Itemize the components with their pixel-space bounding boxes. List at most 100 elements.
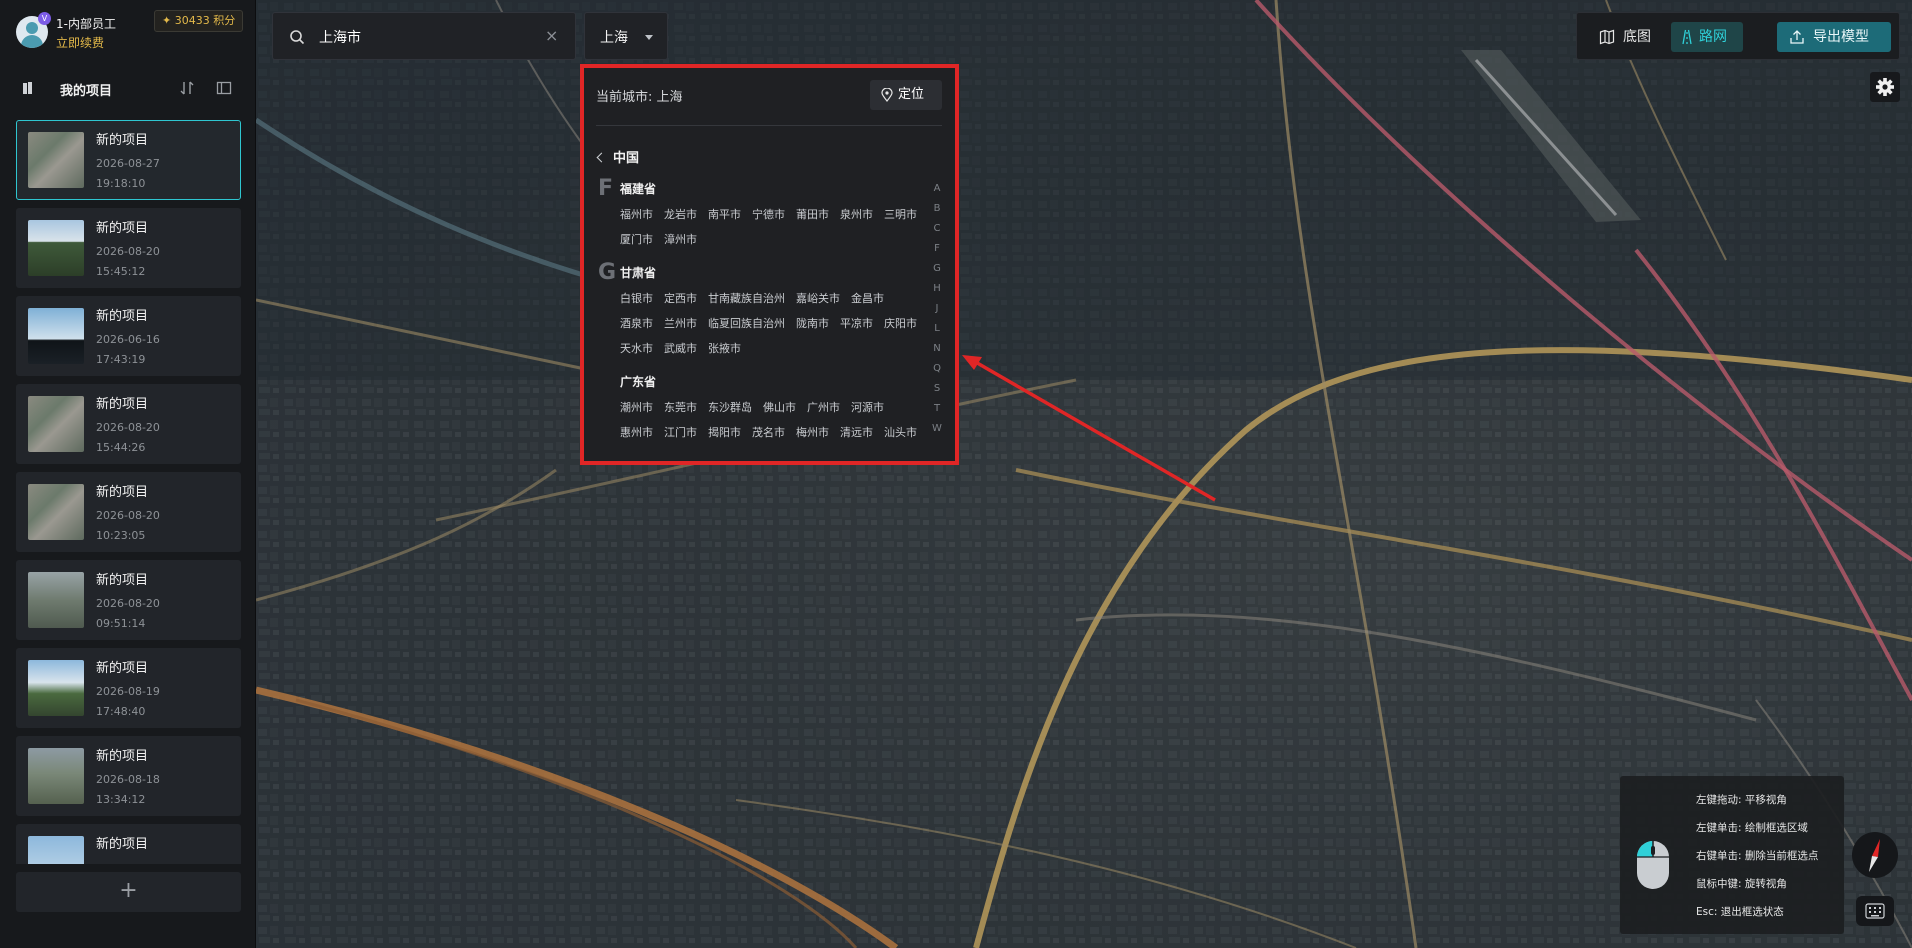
city-option[interactable]: 张掖市 [708, 340, 741, 356]
project-card[interactable]: 新的项目 2026-08-20 15:45:12 [16, 208, 241, 288]
project-time: 15:44:26 [96, 441, 146, 454]
city-option[interactable]: 广州市 [807, 399, 840, 415]
clear-search-button[interactable]: × [545, 26, 558, 45]
project-card[interactable]: 新的项目 [16, 824, 241, 864]
renew-link[interactable]: 立即续费 [56, 34, 104, 51]
city-option[interactable]: 金昌市 [851, 290, 884, 306]
city-option[interactable]: 南平市 [708, 206, 741, 222]
index-letter[interactable]: S [928, 380, 946, 400]
city-option[interactable]: 梅州市 [796, 424, 829, 440]
city-option[interactable]: 佛山市 [763, 399, 796, 415]
mouse-icon [1637, 841, 1669, 889]
index-letter[interactable]: H [928, 280, 946, 300]
search-input[interactable] [317, 25, 537, 49]
city-option[interactable]: 龙岩市 [664, 206, 697, 222]
city-option[interactable]: 酒泉市 [620, 315, 653, 331]
city-option[interactable]: 惠州市 [620, 424, 653, 440]
city-option[interactable]: 茂名市 [752, 424, 785, 440]
project-card[interactable]: 新的项目 2026-08-20 09:51:14 [16, 560, 241, 640]
project-card[interactable]: 新的项目 2026-08-20 15:44:26 [16, 384, 241, 464]
province-name[interactable]: 福建省 [620, 180, 656, 197]
project-card[interactable]: 新的项目 2026-06-16 17:43:19 [16, 296, 241, 376]
city-option[interactable]: 白银市 [620, 290, 653, 306]
city-option[interactable]: 甘南藏族自治州 [708, 290, 785, 306]
city-option[interactable]: 庆阳市 [884, 315, 917, 331]
city-option[interactable]: 武威市 [664, 340, 697, 356]
country-back-button[interactable]: 中国 [596, 147, 640, 166]
project-list: 新的项目 2026-08-27 19:18:10 新的项目 2026-08-20 15:4… [16, 120, 241, 864]
index-letter[interactable]: F [928, 240, 946, 260]
city-option[interactable]: 潮州市 [620, 399, 653, 415]
project-card[interactable]: 新的项目 2026-08-27 19:18:10 [16, 120, 241, 200]
settings-button[interactable] [1870, 72, 1900, 102]
city-option[interactable]: 清远市 [840, 424, 873, 440]
project-card[interactable]: 新的项目 2026-08-20 10:23:05 [16, 472, 241, 552]
basemap-button[interactable]: 底图 [1599, 22, 1651, 52]
export-icon [1790, 30, 1804, 44]
index-letter[interactable]: Q [928, 360, 946, 380]
project-date: 2026-08-20 [96, 421, 160, 434]
project-thumbnail [28, 396, 84, 452]
sort-icon[interactable] [179, 80, 195, 96]
city-option[interactable]: 揭阳市 [708, 424, 741, 440]
city-option[interactable]: 河源市 [851, 399, 884, 415]
export-model-button[interactable]: 导出模型 [1777, 22, 1891, 52]
roadnet-button[interactable]: 路网 [1671, 22, 1743, 52]
city-option[interactable]: 漳州市 [664, 231, 697, 247]
chevron-down-icon [645, 35, 653, 40]
city-option[interactable]: 汕头市 [884, 424, 917, 440]
province-name[interactable]: 广东省 [620, 373, 656, 390]
city-select[interactable]: 上海 [584, 12, 668, 60]
index-letter[interactable]: N [928, 340, 946, 360]
city-option[interactable]: 兰州市 [664, 315, 697, 331]
user-row: V 1-内部员工 立即续费 ✦ 30433 积分 [14, 10, 244, 52]
index-letter[interactable]: C [928, 220, 946, 240]
locate-button[interactable]: 定位 [870, 80, 942, 110]
city-option[interactable]: 宁德市 [752, 206, 785, 222]
city-option[interactable]: 三明市 [884, 206, 917, 222]
collapse-panel-icon[interactable] [216, 80, 232, 96]
add-project-button[interactable]: + [16, 872, 241, 912]
project-time: 17:43:19 [96, 353, 146, 366]
project-name: 新的项目 [96, 573, 149, 588]
city-option[interactable]: 临夏回族自治州 [708, 315, 785, 331]
index-letter[interactable]: B [928, 200, 946, 220]
project-thumbnail [28, 748, 84, 804]
city-option[interactable]: 福州市 [620, 206, 653, 222]
project-time: 17:48:40 [96, 705, 146, 718]
city-option[interactable]: 厦门市 [620, 231, 653, 247]
help-line: 右键单击: 删除当前框选点 [1696, 850, 1819, 862]
city-option[interactable]: 嘉峪关市 [796, 290, 840, 306]
keyboard-button[interactable] [1856, 896, 1894, 926]
city-option[interactable]: 东莞市 [664, 399, 697, 415]
project-card[interactable]: 新的项目 2026-08-19 17:48:40 [16, 648, 241, 728]
index-letter[interactable]: G [928, 260, 946, 280]
roadnet-label: 路网 [1699, 29, 1727, 45]
city-option[interactable]: 陇南市 [796, 315, 829, 331]
project-name: 新的项目 [96, 221, 149, 236]
search-box: × [272, 12, 576, 60]
city-option[interactable]: 泉州市 [840, 206, 873, 222]
city-option[interactable]: 定西市 [664, 290, 697, 306]
help-line: Esc: 退出框选状态 [1696, 906, 1784, 918]
compass[interactable] [1852, 832, 1898, 878]
project-card[interactable]: 新的项目 2026-08-18 13:34:12 [16, 736, 241, 816]
province-name[interactable]: 甘肃省 [620, 264, 656, 281]
country-label: 中国 [613, 151, 640, 166]
project-name: 新的项目 [96, 397, 149, 412]
index-letter[interactable]: A [928, 180, 946, 200]
city-option[interactable]: 东沙群岛 [708, 399, 752, 415]
city-option[interactable]: 天水市 [620, 340, 653, 356]
project-time: 13:34:12 [96, 793, 146, 806]
top-toolbar: 底图 路网 导出模型 [1576, 12, 1900, 60]
project-thumbnail [28, 308, 84, 364]
city-option[interactable]: 平凉市 [840, 315, 873, 331]
index-letter[interactable]: W [928, 420, 946, 440]
index-letter[interactable]: L [928, 320, 946, 340]
city-option[interactable]: 莆田市 [796, 206, 829, 222]
controls-help-panel: 左键拖动: 平移视角 左键单击: 绘制框选区域 右键单击: 删除当前框选点 鼠标中键:… [1620, 776, 1844, 934]
index-letter[interactable]: T [928, 400, 946, 420]
city-option[interactable]: 江门市 [664, 424, 697, 440]
project-time: 15:45:12 [96, 265, 146, 278]
index-letter[interactable]: J [928, 300, 946, 320]
